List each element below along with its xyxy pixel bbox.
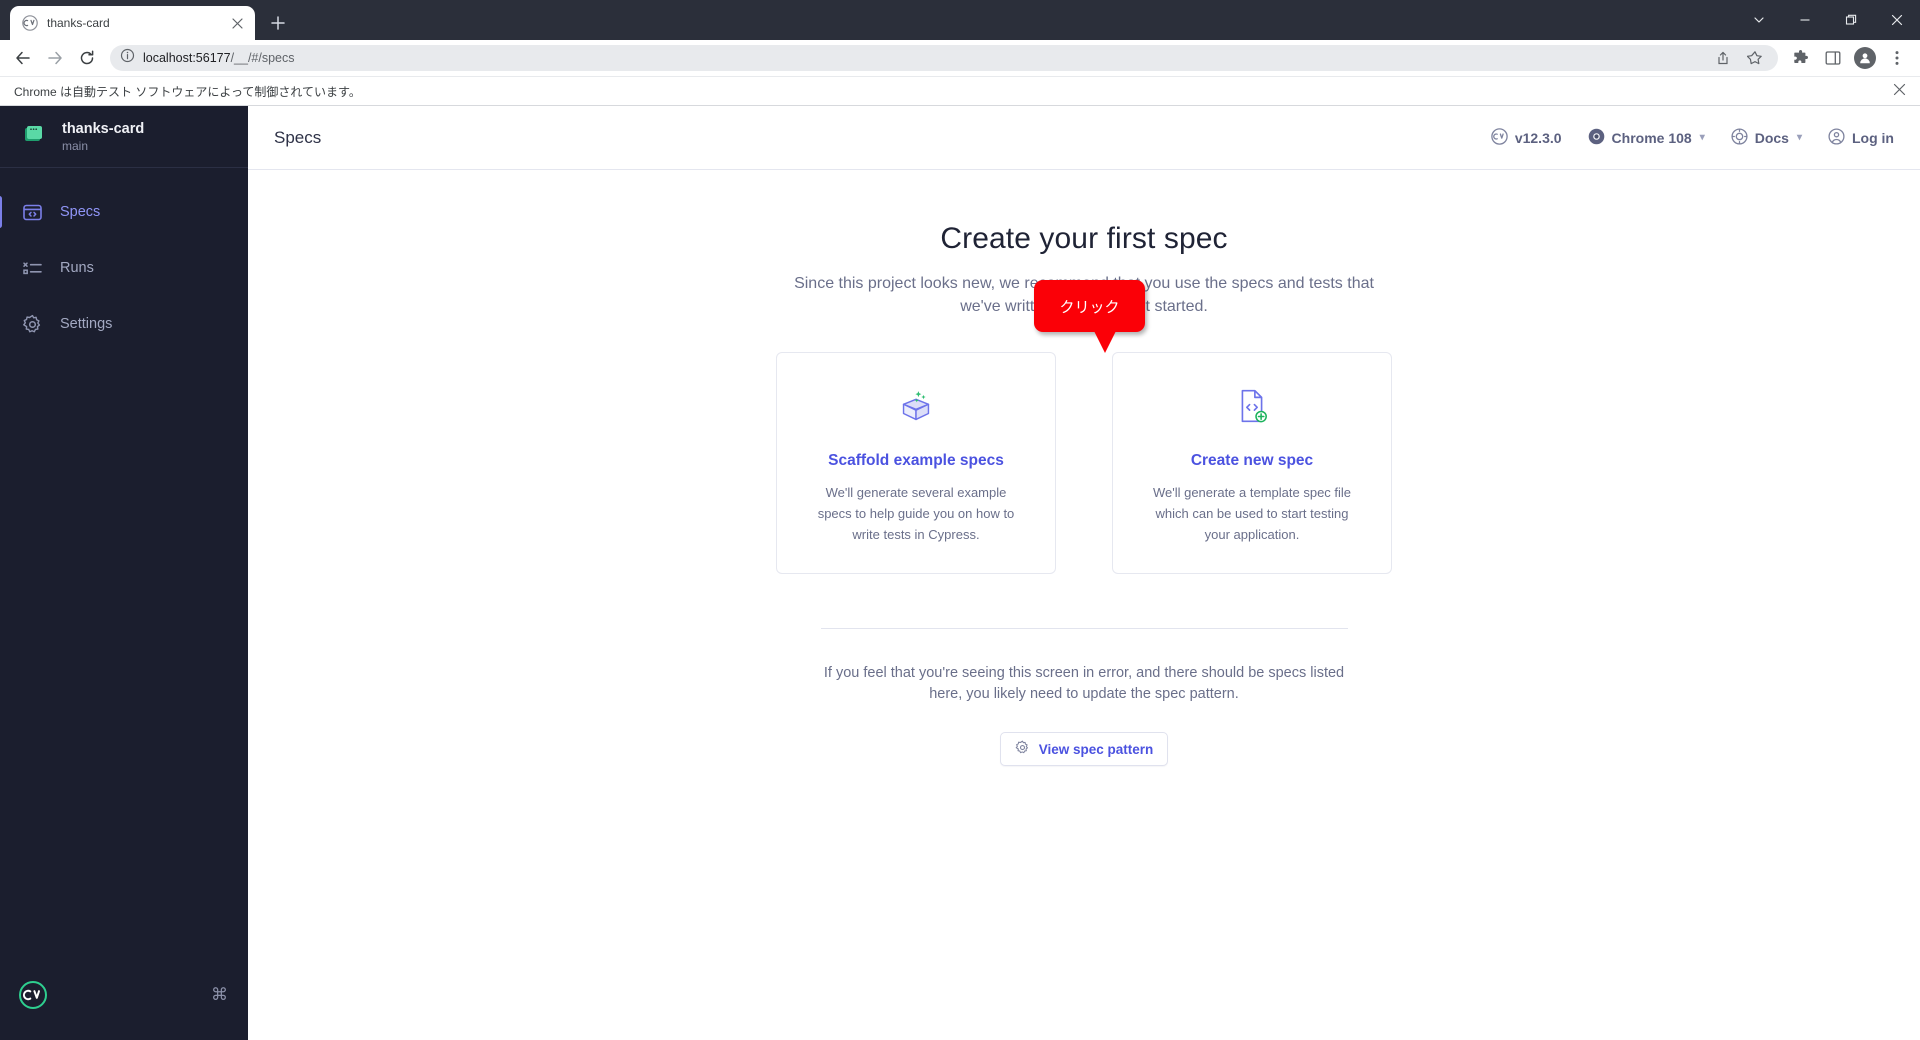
- specs-icon: [22, 201, 44, 223]
- forward-arrow-icon[interactable]: [40, 43, 70, 73]
- side-panel-icon[interactable]: [1818, 43, 1848, 73]
- share-icon[interactable]: [1708, 43, 1738, 73]
- login-label: Log in: [1852, 129, 1894, 146]
- url-text: localhost:56177/__/#/specs: [143, 51, 295, 65]
- back-arrow-icon[interactable]: [8, 43, 38, 73]
- plus-icon[interactable]: [263, 8, 293, 38]
- chrome-icon: [1588, 128, 1605, 148]
- sidebar-item-specs[interactable]: Specs: [0, 184, 248, 240]
- browser-toolbar: localhost:56177/__/#/specs: [0, 40, 1920, 76]
- header-actions: v12.3.0 Chrome 108 ▾ Docs ▾ Log in: [1491, 127, 1894, 148]
- card-description: We'll generate a template spec file whic…: [1152, 485, 1352, 543]
- sidebar-item-runs[interactable]: Runs: [0, 240, 248, 296]
- omnibox-actions: [1708, 43, 1770, 73]
- browser-selector[interactable]: Chrome 108 ▾: [1588, 128, 1705, 148]
- runs-icon: [22, 257, 44, 279]
- window-controls: [1736, 0, 1920, 40]
- card-title: Create new spec: [1190, 452, 1314, 470]
- sidebar-footer: ⌘: [0, 966, 248, 1040]
- restore-icon[interactable]: [1828, 0, 1874, 40]
- main-area: Specs v12.3.0 Chrome 108 ▾ Docs ▾ Log in…: [248, 106, 1920, 1040]
- version-label: v12.3.0: [1514, 129, 1562, 146]
- sidebar-item-settings[interactable]: Settings: [0, 296, 248, 352]
- tooltip-label: クリック: [1059, 298, 1120, 316]
- cypress-logo-icon[interactable]: [18, 980, 48, 1010]
- sidebar-item-label: Settings: [60, 316, 113, 332]
- footer-note: If you feel that you're seeing this scre…: [823, 665, 1345, 703]
- version-indicator[interactable]: v12.3.0: [1491, 127, 1562, 148]
- user-circle-icon: [1828, 127, 1845, 148]
- address-bar[interactable]: localhost:56177/__/#/specs: [110, 45, 1778, 71]
- three-dot-menu-icon[interactable]: [1882, 43, 1912, 73]
- button-label: View spec pattern: [1038, 741, 1154, 757]
- chevron-down-icon[interactable]: ▾: [1797, 132, 1802, 143]
- divider: [820, 628, 1348, 630]
- click-tooltip: クリック: [1034, 280, 1145, 354]
- specs-empty-state: Create your first spec Since this projec…: [248, 170, 1920, 1040]
- sidebar: thanks-card main Specs Runs Settings ⌘: [0, 106, 248, 1040]
- close-icon[interactable]: [1874, 0, 1920, 40]
- url-path: /__/#/specs: [230, 51, 295, 65]
- project-name: thanks-card: [62, 120, 145, 137]
- star-icon[interactable]: [1740, 43, 1770, 73]
- page-title: Specs: [274, 127, 322, 147]
- chevron-down-icon[interactable]: ▾: [1700, 132, 1705, 143]
- view-spec-pattern-button[interactable]: View spec pattern: [999, 732, 1169, 767]
- new-spec-file-icon: [1229, 383, 1275, 434]
- sidebar-item-label: Specs: [60, 204, 101, 220]
- card-description: We'll generate several example specs to …: [817, 485, 1015, 543]
- tab-strip: thanks-card: [0, 0, 1920, 40]
- browser-window: thanks-card localhost:56177/__/#/specs C…: [0, 0, 1920, 1040]
- info-circle-icon[interactable]: [120, 48, 135, 68]
- sidebar-item-label: Runs: [60, 260, 94, 276]
- sidebar-nav: Specs Runs Settings: [0, 168, 248, 352]
- project-branch: main: [62, 138, 89, 153]
- action-cards: Scaffold example specs We'll generate se…: [776, 280, 1392, 575]
- infobar-text: Chrome は自動テスト ソフトウェアによって制御されています。: [14, 84, 361, 99]
- gear-icon: [22, 313, 44, 335]
- command-key-icon[interactable]: ⌘: [211, 985, 228, 1005]
- browser-tab[interactable]: thanks-card: [10, 6, 255, 40]
- sidebar-project[interactable]: thanks-card main: [0, 106, 248, 168]
- tab-search-chevron-down-icon[interactable]: [1736, 0, 1782, 40]
- close-icon[interactable]: [1893, 83, 1906, 100]
- docs-icon: [1731, 127, 1748, 148]
- puzzle-icon[interactable]: [1786, 43, 1816, 73]
- hero-heading: Create your first spec: [940, 222, 1228, 255]
- card-title: Scaffold example specs: [828, 452, 1004, 470]
- cypress-icon: [1491, 127, 1508, 148]
- tab-title: thanks-card: [47, 16, 110, 30]
- profile-avatar-icon[interactable]: [1850, 43, 1880, 73]
- docs-label: Docs: [1754, 129, 1789, 146]
- project-chip-icon: [22, 122, 46, 151]
- scaffold-example-specs-card[interactable]: Scaffold example specs We'll generate se…: [776, 352, 1056, 575]
- automation-infobar: Chrome は自動テスト ソフトウェアによって制御されています。: [0, 76, 1920, 106]
- cypress-favicon: [22, 15, 38, 31]
- project-info: thanks-card main: [62, 121, 144, 153]
- app-header: Specs v12.3.0 Chrome 108 ▾ Docs ▾ Log in: [248, 106, 1920, 170]
- create-new-spec-card[interactable]: Create new spec We'll generate a templat…: [1112, 352, 1392, 575]
- url-host: localhost:56177: [143, 51, 231, 65]
- reload-icon[interactable]: [72, 43, 102, 73]
- login-button[interactable]: Log in: [1828, 127, 1894, 148]
- close-icon[interactable]: [227, 13, 247, 33]
- docs-menu[interactable]: Docs ▾: [1731, 127, 1802, 148]
- minimize-icon[interactable]: [1782, 0, 1828, 40]
- scaffold-box-icon: [893, 383, 939, 434]
- browser-label: Chrome 108: [1611, 129, 1692, 146]
- gear-icon: [1015, 740, 1030, 758]
- cypress-app: thanks-card main Specs Runs Settings ⌘ S…: [0, 106, 1920, 1040]
